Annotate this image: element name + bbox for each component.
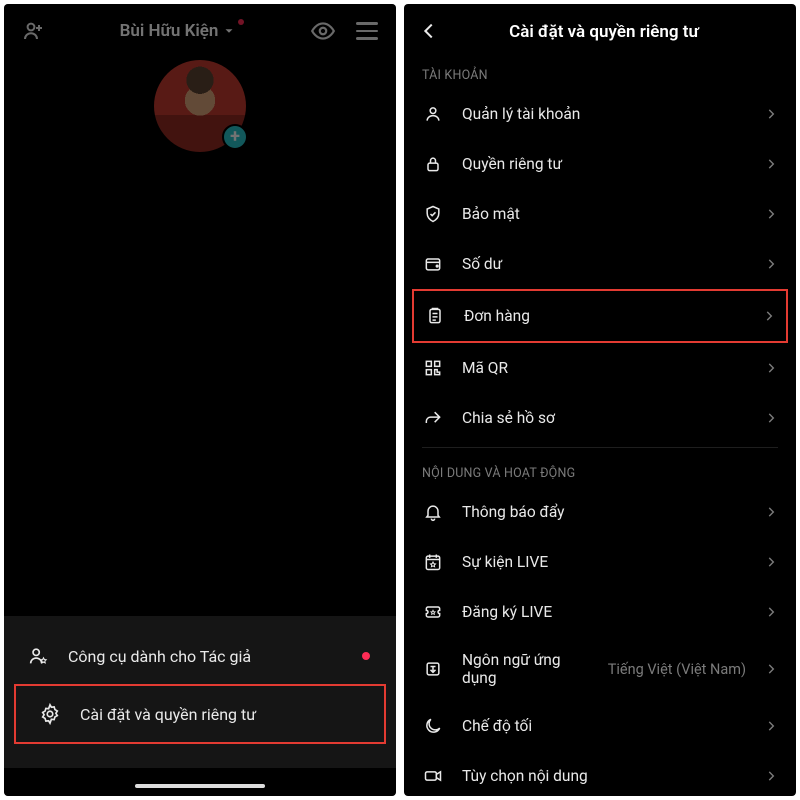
row-label: Bảo mật [462, 205, 746, 223]
row-privacy[interactable]: Quyền riêng tư [404, 139, 796, 189]
row-label: Số dư [462, 255, 746, 273]
bell-icon [422, 501, 444, 523]
person-icon [422, 103, 444, 125]
bottom-sheet: Công cụ dành cho Tác giả Cài đặt và quyề… [4, 616, 396, 768]
ticket-star-icon [422, 601, 444, 623]
chevron-right-icon [764, 719, 778, 733]
highlight-box: Cài đặt và quyền riêng tư [14, 684, 386, 744]
sheet-item-settings-privacy[interactable]: Cài đặt và quyền riêng tư [16, 686, 384, 742]
row-dark-mode[interactable]: Chế độ tối [404, 701, 796, 751]
row-orders[interactable]: Đơn hàng [414, 291, 786, 341]
lock-icon [422, 153, 444, 175]
qr-icon [422, 357, 444, 379]
row-qr-code[interactable]: Mã QR [404, 343, 796, 393]
row-push-notifications[interactable]: Thông báo đẩy [404, 487, 796, 537]
moon-icon [422, 715, 444, 737]
shield-icon [422, 203, 444, 225]
notification-dot-icon [362, 652, 370, 660]
row-label: Mã QR [462, 359, 746, 377]
row-label: Đăng ký LIVE [462, 603, 746, 621]
chevron-right-icon [764, 605, 778, 619]
chevron-right-icon [764, 769, 778, 783]
right-phone-settings-screen: Cài đặt và quyền riêng tư TÀI KHOẢN Quản… [404, 4, 796, 796]
row-label: Tùy chọn nội dung [462, 767, 746, 785]
chevron-right-icon [762, 309, 776, 323]
chevron-right-icon [764, 411, 778, 425]
row-live-subscription[interactable]: Đăng ký LIVE [404, 587, 796, 637]
chevron-right-icon [764, 361, 778, 375]
share-icon [422, 407, 444, 429]
row-label: Đơn hàng [464, 307, 744, 325]
row-balance[interactable]: Số dư [404, 239, 796, 289]
back-button[interactable] [418, 20, 442, 44]
settings-list-content-activity: Thông báo đẩy Sự kiện LIVE Đăng ký LIVE … [404, 487, 796, 796]
section-header: TÀI KHOẢN [404, 54, 796, 89]
page-title: Cài đặt và quyền riêng tư [450, 22, 782, 42]
chevron-right-icon [764, 555, 778, 569]
row-app-language[interactable]: Ngôn ngữ ứng dụng Tiếng Việt (Việt Nam) [404, 637, 796, 701]
row-label: Quản lý tài khoản [462, 105, 746, 123]
chevron-right-icon [764, 207, 778, 221]
calendar-star-icon [422, 551, 444, 573]
wallet-icon [422, 253, 444, 275]
divider [422, 447, 778, 448]
gear-icon [38, 702, 62, 726]
video-icon [422, 765, 444, 787]
sheet-label: Công cụ dành cho Tác giả [68, 647, 251, 666]
row-content-preferences[interactable]: Tùy chọn nội dung [404, 751, 796, 796]
sheet-label: Cài đặt và quyền riêng tư [80, 705, 256, 724]
orders-icon [424, 305, 446, 327]
left-phone-profile-screen: Bùi Hữu Kiện + [4, 4, 396, 796]
sheet-item-creator-tools[interactable]: Công cụ dành cho Tác giả [4, 628, 396, 684]
chevron-right-icon [764, 505, 778, 519]
row-label: Chia sẻ hồ sơ [462, 409, 746, 427]
row-value: Tiếng Việt (Việt Nam) [608, 661, 746, 678]
right-header: Cài đặt và quyền riêng tư [404, 4, 796, 54]
chevron-right-icon [764, 662, 778, 676]
row-share-profile[interactable]: Chia sẻ hồ sơ [404, 393, 796, 443]
settings-list-account: Quản lý tài khoản Quyền riêng tư Bảo mật… [404, 89, 796, 443]
home-indicator [135, 784, 265, 788]
chevron-right-icon [764, 157, 778, 171]
highlight-box: Đơn hàng [412, 289, 788, 343]
row-live-events[interactable]: Sự kiện LIVE [404, 537, 796, 587]
star-person-icon [26, 644, 50, 668]
section-header: NỘI DUNG VÀ HOẠT ĐỘNG [404, 452, 796, 487]
row-security[interactable]: Bảo mật [404, 189, 796, 239]
row-label: Thông báo đẩy [462, 503, 746, 521]
row-label: Ngôn ngữ ứng dụng [462, 651, 590, 687]
chevron-right-icon [764, 257, 778, 271]
row-label: Sự kiện LIVE [462, 553, 746, 571]
row-label: Quyền riêng tư [462, 155, 746, 173]
row-label: Chế độ tối [462, 717, 746, 735]
chevron-right-icon [764, 107, 778, 121]
row-manage-account[interactable]: Quản lý tài khoản [404, 89, 796, 139]
language-icon [422, 658, 444, 680]
